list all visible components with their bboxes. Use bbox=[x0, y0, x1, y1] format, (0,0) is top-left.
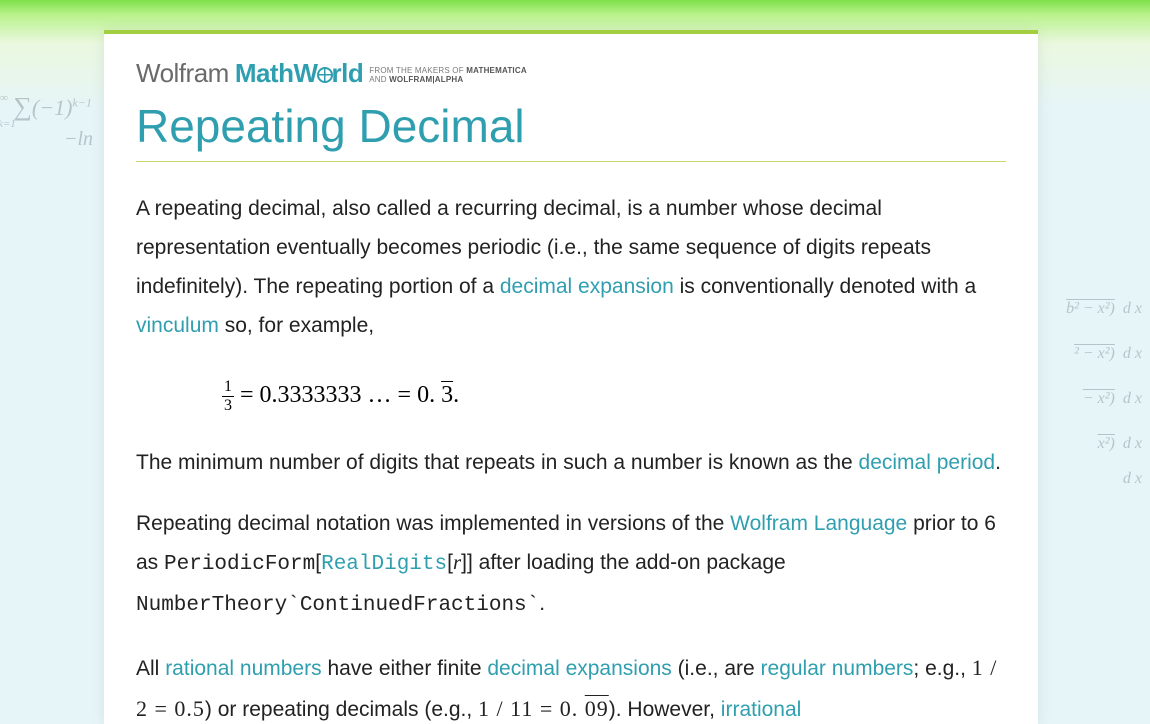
brand-mathworld[interactable]: MathWrld bbox=[235, 58, 363, 89]
equation-display: 13 = 0.3333333 … = 0. 3. bbox=[136, 367, 1006, 443]
link-wolfram-language[interactable]: Wolfram Language bbox=[730, 512, 907, 535]
globe-icon bbox=[317, 67, 333, 83]
article-card: Wolfram MathWrld FROM THE MAKERS OF MATH… bbox=[104, 30, 1038, 724]
page-title: Repeating Decimal bbox=[136, 99, 1006, 162]
paragraph-3: Repeating decimal notation was implement… bbox=[136, 505, 1006, 627]
link-decimal-expansion[interactable]: decimal expansion bbox=[500, 275, 674, 298]
link-decimal-expansions-2[interactable]: decimal expansions bbox=[487, 657, 671, 680]
code-package: NumberTheory`ContinuedFractions` bbox=[136, 594, 539, 617]
brand-wolfram: Wolfram bbox=[136, 58, 229, 89]
link-irrational[interactable]: irrational bbox=[721, 698, 802, 721]
link-rational-numbers[interactable]: rational numbers bbox=[165, 657, 321, 680]
brand-subtitle: FROM THE MAKERS OF MATHEMATICA AND WOLFR… bbox=[369, 67, 527, 89]
paragraph-1: A repeating decimal, also called a recur… bbox=[136, 190, 1006, 345]
brand-bar: Wolfram MathWrld FROM THE MAKERS OF MATH… bbox=[136, 58, 1006, 89]
link-decimal-period[interactable]: decimal period bbox=[859, 451, 996, 474]
link-regular-numbers[interactable]: regular numbers bbox=[761, 657, 914, 680]
paragraph-4: All rational numbers have either finite … bbox=[136, 648, 1006, 724]
article-body: A repeating decimal, also called a recur… bbox=[136, 190, 1006, 724]
link-realdigits[interactable]: RealDigits bbox=[321, 553, 447, 576]
paragraph-2: The minimum number of digits that repeat… bbox=[136, 444, 1006, 483]
link-vinculum[interactable]: vinculum bbox=[136, 314, 219, 337]
code-periodicform: PeriodicForm bbox=[164, 553, 315, 576]
